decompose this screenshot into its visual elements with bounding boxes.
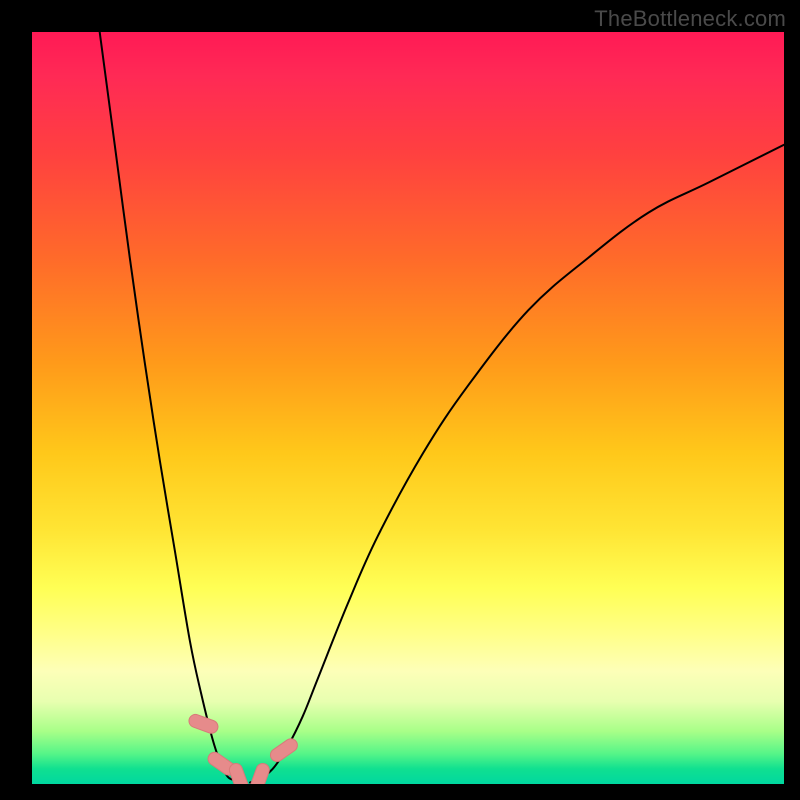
- curve-marker: [249, 762, 271, 784]
- marker-group: [187, 713, 300, 784]
- watermark-text: TheBottleneck.com: [594, 6, 786, 32]
- plot-area: [32, 32, 784, 784]
- curve-marker: [187, 713, 220, 735]
- curve-right-branch: [250, 145, 784, 783]
- chart-frame: TheBottleneck.com: [0, 0, 800, 800]
- curve-left-branch: [100, 32, 243, 782]
- curve-layer: [32, 32, 784, 784]
- curve-marker: [268, 736, 300, 764]
